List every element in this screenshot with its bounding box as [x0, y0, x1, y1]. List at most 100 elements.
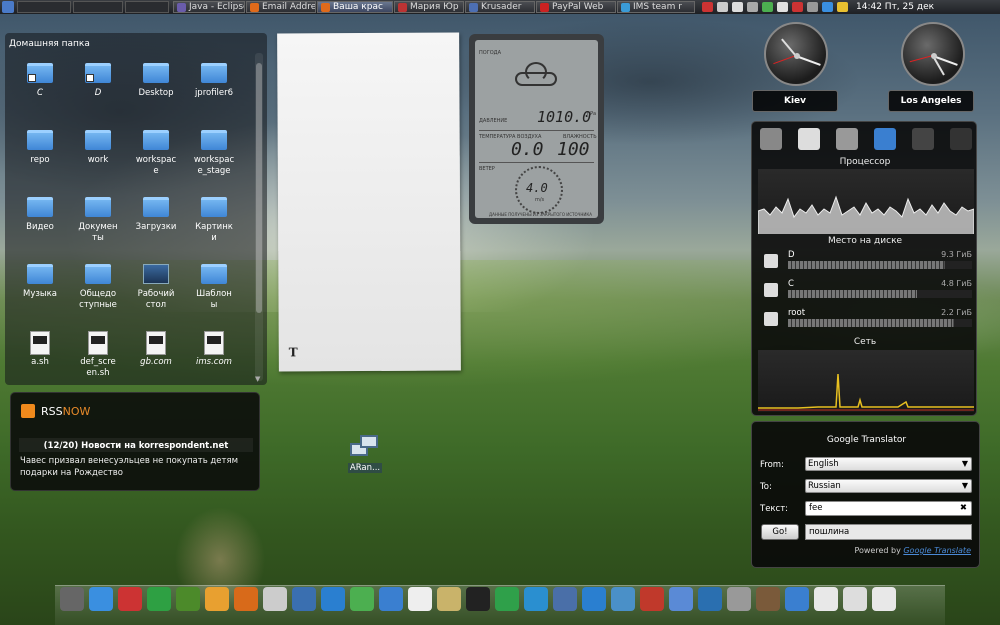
dock-launcher-icon[interactable] — [669, 587, 693, 611]
dock-launcher-icon[interactable] — [379, 587, 403, 611]
info-icon[interactable] — [807, 2, 818, 12]
dock-launcher-icon[interactable] — [756, 587, 780, 611]
folder-view-item[interactable]: workspac е — [127, 130, 185, 177]
keyboard-layout-icon[interactable] — [717, 2, 728, 12]
clear-icon[interactable]: ✖ — [960, 502, 967, 515]
folder-view-item[interactable]: jprofiler6 — [185, 63, 243, 99]
folder-view-item[interactable]: Общедо ступные — [69, 264, 127, 311]
scrollbar-thumb[interactable] — [256, 63, 262, 313]
folder-view-item[interactable]: Видео — [11, 197, 69, 233]
dock-launcher-icon[interactable] — [495, 587, 519, 611]
pager-desktop-3[interactable] — [125, 1, 169, 13]
taskbar-item[interactable]: PayPal Web — [536, 1, 616, 13]
folder-view-item[interactable]: Рабочий стол — [127, 264, 185, 311]
folder-view-scrollbar[interactable] — [255, 53, 263, 381]
dock-launcher-icon[interactable] — [640, 587, 664, 611]
kde-menu-icon[interactable] — [2, 1, 14, 13]
folder-icon — [27, 197, 53, 217]
folder-view-item[interactable]: def_scre en.sh — [69, 331, 127, 379]
battery-icon[interactable] — [837, 2, 848, 12]
disk-icon[interactable] — [798, 128, 820, 150]
taskbar-item[interactable]: Мария Юр — [394, 1, 464, 13]
skype-icon[interactable] — [762, 2, 773, 12]
dock-launcher-icon[interactable] — [553, 587, 577, 611]
dock-launcher-icon[interactable] — [582, 587, 606, 611]
folder-view-item[interactable]: Шаблон ы — [185, 264, 243, 311]
dock-launcher-icon[interactable] — [843, 587, 867, 611]
script-file-icon — [88, 331, 108, 355]
cpu-icon[interactable] — [912, 128, 934, 150]
dock-launcher-icon[interactable] — [176, 587, 200, 611]
rss-headline[interactable]: (12/20) Новости на korrespondent.net — [11, 441, 261, 451]
dock-launcher-icon[interactable] — [147, 587, 171, 611]
flag-icon[interactable] — [702, 2, 713, 12]
folder-view-item[interactable]: Музыка — [11, 264, 69, 300]
sensors-icon[interactable] — [836, 128, 858, 150]
desktop-folder-icon — [143, 264, 169, 284]
memory-icon[interactable] — [950, 128, 972, 150]
folder-view-item[interactable]: Докумен ты — [69, 197, 127, 244]
rss-item-text[interactable]: Чавес призвал венесуэльцев не покупать д… — [20, 455, 252, 479]
google-translate-link[interactable]: Google Translate — [903, 546, 971, 555]
updates-icon[interactable] — [777, 2, 788, 12]
dock-launcher-icon[interactable] — [263, 587, 287, 611]
network-header: Сеть — [853, 337, 877, 347]
taskbar-item-label: Ваша крас — [333, 2, 383, 12]
dock-launcher-icon[interactable] — [60, 587, 84, 611]
dock-launcher-icon[interactable] — [698, 587, 722, 611]
dock-launcher-icon[interactable] — [437, 587, 461, 611]
folder-view-item[interactable]: repo — [11, 130, 69, 166]
hdd-icon[interactable] — [760, 128, 782, 150]
taskbar-item[interactable]: Krusader — [465, 1, 535, 13]
dock-launcher-icon[interactable] — [727, 587, 751, 611]
folder-view-item[interactable]: workspac e_stage — [185, 130, 243, 177]
dock-launcher-icon[interactable] — [234, 587, 258, 611]
dock-launcher-icon[interactable] — [785, 587, 809, 611]
taskbar-item[interactable]: IMS team r — [617, 1, 695, 13]
folder-view-item[interactable]: Загрузки — [127, 197, 185, 233]
folder-view-item[interactable]: gb.com — [127, 331, 185, 368]
dock-launcher-icon[interactable] — [350, 587, 374, 611]
dock-launcher-icon[interactable] — [814, 587, 838, 611]
opera-icon[interactable] — [792, 2, 803, 12]
taskbar-item[interactable]: Java - Eclipse — [173, 1, 245, 13]
dock-launcher-icon[interactable] — [292, 587, 316, 611]
panel-clock[interactable]: 14:42 Пт, 25 дек — [856, 2, 934, 12]
taskbar-item[interactable]: Email Addre — [246, 1, 316, 13]
source-text-input[interactable]: fee ✖ — [805, 501, 972, 516]
dock-launcher-icon[interactable] — [205, 587, 229, 611]
app-icon — [321, 2, 330, 12]
dock-launcher-icon[interactable] — [118, 587, 142, 611]
folder-view-item[interactable]: ims.com — [185, 331, 243, 368]
from-language-select[interactable]: English ▼ — [805, 457, 972, 471]
go-button[interactable]: Go! — [761, 524, 799, 540]
folder-view-item-label: jprofiler6 — [194, 88, 234, 98]
disk-header: Место на диске — [827, 236, 903, 246]
folder-view-item[interactable]: C — [11, 63, 69, 99]
dock-launcher-icon[interactable] — [524, 587, 548, 611]
volume-icon[interactable] — [732, 2, 743, 12]
dock-launcher-icon[interactable] — [89, 587, 113, 611]
taskbar-item[interactable]: Ваша крас — [317, 1, 393, 13]
dock-launcher-icon[interactable] — [872, 587, 896, 611]
taskbar-item-label: IMS team r — [633, 2, 682, 12]
network-globe-icon[interactable] — [874, 128, 896, 150]
scroll-down-icon[interactable]: ▼ — [255, 375, 260, 383]
dock-launcher-icon[interactable] — [321, 587, 345, 611]
folder-view-item[interactable]: Картинк и — [185, 197, 243, 244]
pager-desktop-1[interactable] — [17, 1, 71, 13]
dock-launcher-icon[interactable] — [466, 587, 490, 611]
dock-launcher-icon[interactable] — [611, 587, 635, 611]
pager-desktop-2[interactable] — [73, 1, 123, 13]
folder-view-item[interactable]: D — [69, 63, 127, 99]
bluetooth-icon[interactable] — [822, 2, 833, 12]
to-language-select[interactable]: Russian ▼ — [805, 479, 972, 493]
desktop-icon-network[interactable]: ARan... — [344, 435, 386, 473]
sticky-note-widget[interactable]: T — [277, 32, 461, 372]
network-icon[interactable] — [747, 2, 758, 12]
folder-view-item[interactable]: a.sh — [11, 331, 69, 368]
folder-view-item[interactable]: work — [69, 130, 127, 166]
app-icon — [398, 2, 407, 12]
dock-launcher-icon[interactable] — [408, 587, 432, 611]
folder-view-item[interactable]: Desktop — [127, 63, 185, 99]
